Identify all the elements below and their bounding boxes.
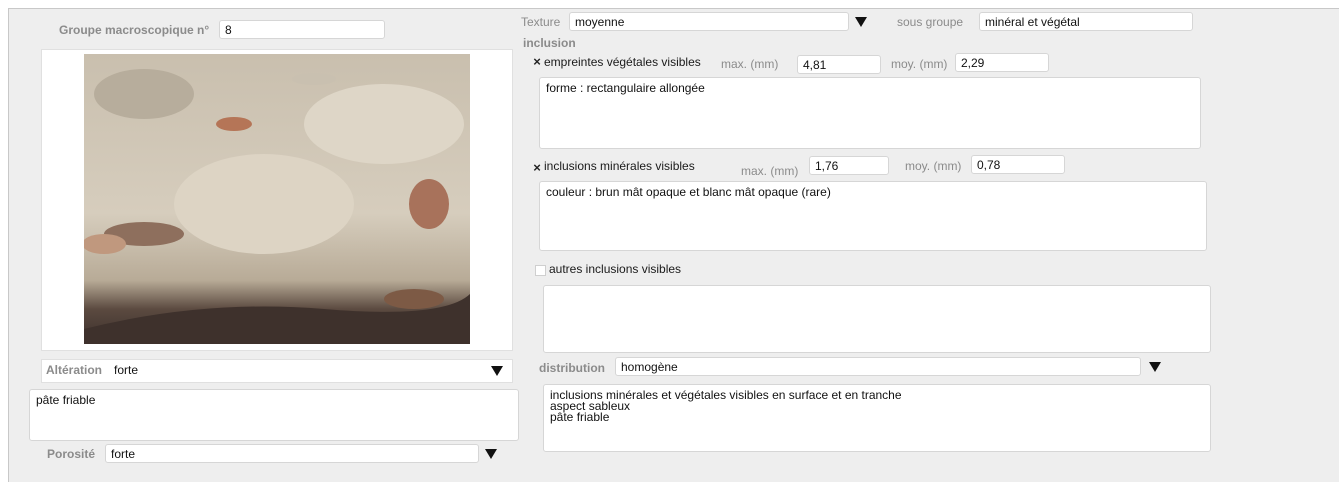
inclusion-title: inclusion	[523, 36, 576, 50]
texture-dropdown-icon[interactable]	[855, 17, 867, 27]
distribution-select[interactable]: homogène	[615, 357, 1141, 376]
mineral-max-field[interactable]: 1,76	[809, 156, 889, 175]
mineral-moy-field[interactable]: 0,78	[971, 155, 1065, 174]
distribution-note[interactable]: inclusions minérales et végétales visibl…	[543, 384, 1211, 452]
form-panel: Groupe macroscopique n° 8 Altération for…	[8, 8, 1339, 482]
mineral-label: inclusions minérales visibles	[544, 159, 695, 173]
sous-groupe-label: sous groupe	[897, 15, 964, 29]
vegetal-label: empreintes végétales visibles	[544, 55, 701, 69]
sample-photo	[84, 54, 470, 344]
alteration-select[interactable]: forte	[109, 361, 485, 380]
vegetal-x-check-icon[interactable]: ×	[531, 55, 543, 68]
alteration-dropdown-icon[interactable]	[491, 366, 503, 376]
autres-checkbox[interactable]	[535, 265, 546, 276]
vegetal-moy-label: moy. (mm)	[891, 57, 948, 71]
vegetal-moy-field[interactable]: 2,29	[955, 53, 1049, 72]
sample-photo-frame	[41, 49, 513, 351]
porosite-label: Porosité	[47, 447, 96, 461]
texture-label: Texture	[521, 15, 561, 29]
autres-note[interactable]	[543, 285, 1211, 353]
texture-select[interactable]: moyenne	[569, 12, 849, 31]
distribution-label: distribution	[539, 361, 605, 375]
alteration-note[interactable]: pâte friable	[29, 389, 519, 441]
vegetal-max-label: max. (mm)	[721, 57, 779, 71]
mineral-note[interactable]: couleur : brun mât opaque et blanc mât o…	[539, 181, 1207, 251]
autres-label: autres inclusions visibles	[549, 262, 682, 276]
distribution-dropdown-icon[interactable]	[1149, 362, 1161, 372]
mineral-max-label: max. (mm)	[741, 164, 799, 178]
mineral-moy-label: moy. (mm)	[905, 159, 962, 173]
sous-groupe-field[interactable]: minéral et végétal	[979, 12, 1193, 31]
groupe-number-field[interactable]: 8	[219, 20, 385, 39]
vegetal-note[interactable]: forme : rectangulaire allongée	[539, 77, 1201, 149]
alteration-label: Altération	[46, 363, 103, 377]
mineral-x-check-icon[interactable]: ×	[531, 161, 543, 174]
porosite-dropdown-icon[interactable]	[485, 449, 497, 459]
vegetal-max-field[interactable]: 4,81	[797, 55, 881, 74]
porosite-select[interactable]: forte	[105, 444, 479, 463]
groupe-label: Groupe macroscopique n°	[59, 23, 210, 37]
